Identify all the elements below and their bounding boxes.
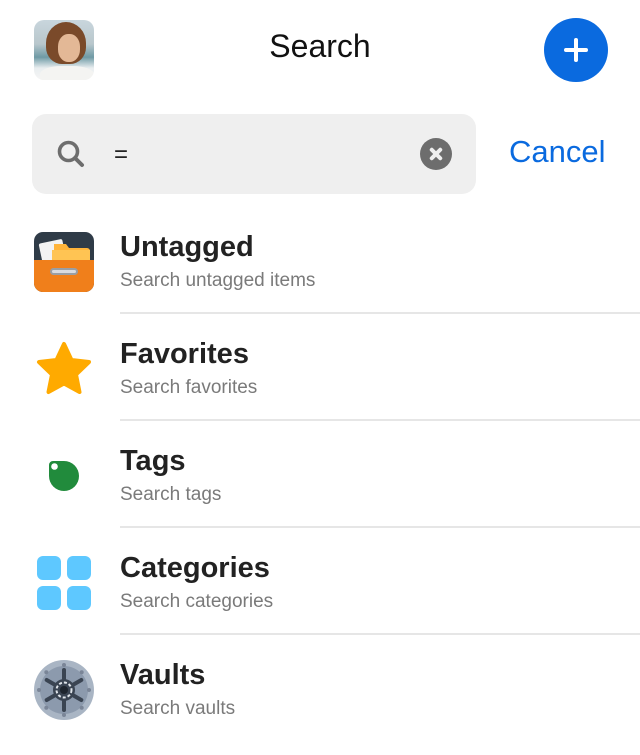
header-bar: Search: [0, 0, 640, 100]
list-item-favorites[interactable]: Favorites Search favorites: [0, 327, 640, 434]
star-icon: [37, 342, 91, 394]
item-label: Categories: [120, 552, 270, 584]
item-subtitle: Search untagged items: [120, 270, 316, 291]
divider: [120, 312, 640, 314]
divider: [120, 419, 640, 421]
drawer-folder-icon: [34, 232, 94, 292]
item-label: Untagged: [120, 231, 254, 263]
list-item-untagged[interactable]: Untagged Search untagged items: [0, 220, 640, 327]
item-label: Vaults: [120, 659, 206, 691]
divider: [120, 526, 640, 528]
search-field[interactable]: [32, 114, 476, 194]
search-icon: [57, 140, 84, 167]
clear-search-button[interactable]: [420, 138, 452, 170]
tag-icon: [49, 461, 79, 491]
item-subtitle: Search categories: [120, 591, 274, 612]
list-item-vaults[interactable]: Vaults Search vaults: [0, 648, 640, 755]
add-button[interactable]: [544, 18, 608, 82]
divider: [120, 633, 640, 635]
cancel-button[interactable]: Cancel: [509, 134, 606, 170]
item-label: Favorites: [120, 338, 249, 370]
search-scope-list: Untagged Search untagged items Favorites…: [0, 220, 640, 755]
grid-icon: [37, 556, 91, 610]
item-subtitle: Search favorites: [120, 377, 258, 398]
avatar-shirt: [40, 66, 94, 80]
search-input[interactable]: [112, 134, 416, 176]
item-subtitle: Search vaults: [120, 698, 236, 719]
vault-icon: [34, 660, 94, 720]
list-item-tags[interactable]: Tags Search tags: [0, 434, 640, 541]
list-item-categories[interactable]: Categories Search categories: [0, 541, 640, 648]
item-subtitle: Search tags: [120, 484, 222, 505]
item-label: Tags: [120, 445, 186, 477]
